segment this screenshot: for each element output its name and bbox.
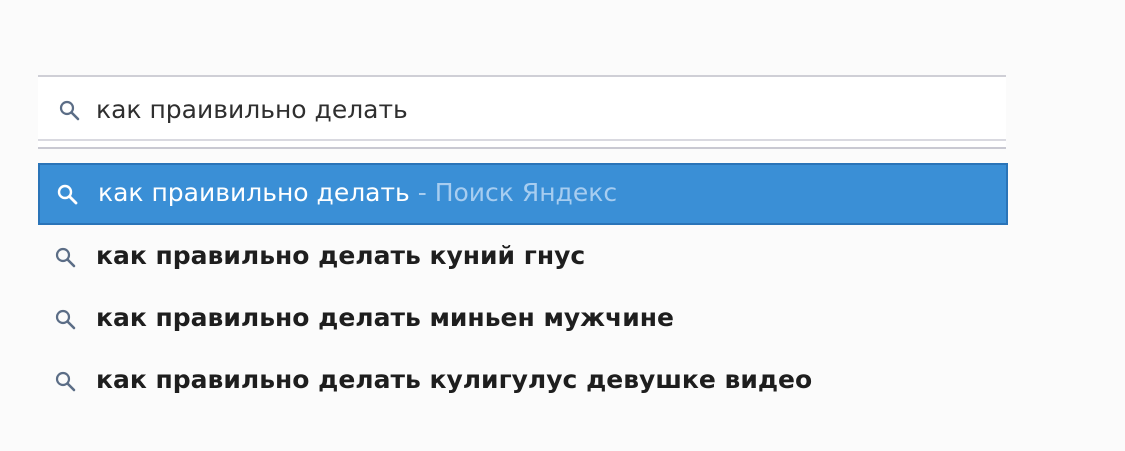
search-icon <box>54 308 76 330</box>
suggestion-text: как правильно делать <box>96 241 421 270</box>
search-icon <box>58 99 80 121</box>
suggestion-suffix: кулигулус девушке видео <box>420 365 813 394</box>
search-icon <box>56 183 78 205</box>
search-input[interactable] <box>96 87 976 131</box>
suggestion-text: как правильно делать <box>96 303 421 332</box>
suggestion-list: как праивильно делать - Поиск Яндекс как… <box>38 163 1008 411</box>
search-icon <box>54 370 76 392</box>
search-icon <box>54 246 76 268</box>
suggestion-suffix: куний гнус <box>420 241 586 270</box>
suggestion-item[interactable]: как правильно делать миньен мужчине <box>38 289 1008 349</box>
suggestion-item[interactable]: как правильно делать кулигулус девушке в… <box>38 351 1008 411</box>
suggestion-item-yandex[interactable]: как праивильно делать - Поиск Яндекс <box>38 163 1008 225</box>
suggestion-suffix: миньен мужчине <box>420 303 674 332</box>
suggestion-engine-label: - Поиск Яндекс <box>409 178 618 207</box>
suggestion-text: как праивильно делать <box>98 178 410 207</box>
suggestion-text: как правильно делать <box>96 365 421 394</box>
browser-search-area: как праивильно делать - Поиск Яндекс как… <box>0 0 1125 451</box>
search-box[interactable] <box>38 75 1006 149</box>
suggestion-item[interactable]: как правильно делать куний гнус <box>38 227 1008 287</box>
